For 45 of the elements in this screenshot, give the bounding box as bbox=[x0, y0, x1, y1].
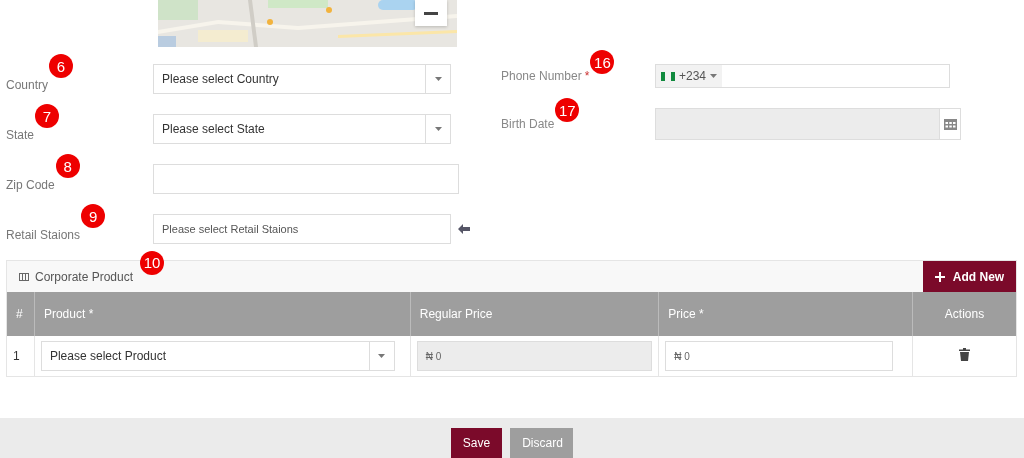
input-field[interactable]: ₦ 0 bbox=[665, 341, 894, 371]
number-badge: 8 bbox=[55, 154, 80, 178]
phone-field[interactable]: +234 bbox=[655, 64, 950, 88]
number-badge: 6 bbox=[49, 54, 74, 78]
select-field[interactable]: Please select Product bbox=[40, 341, 395, 371]
select-field[interactable]: Please select State bbox=[153, 114, 451, 144]
section-title: Corporate Product bbox=[35, 269, 134, 284]
trash-icon[interactable] bbox=[959, 348, 970, 361]
table-icon bbox=[19, 272, 29, 281]
flag-icon bbox=[661, 71, 675, 81]
caret-icon bbox=[434, 77, 442, 81]
input-field[interactable] bbox=[153, 164, 459, 194]
field-label: Zip Code bbox=[6, 178, 55, 192]
field-label: Retail Staions bbox=[6, 228, 81, 242]
column-header: # bbox=[7, 292, 35, 336]
column-header: Regular Price bbox=[410, 292, 659, 336]
calendar-icon[interactable] bbox=[943, 118, 957, 130]
number-badge: 10 bbox=[140, 250, 165, 275]
number-badge: 17 bbox=[555, 98, 580, 122]
minus-icon bbox=[424, 11, 438, 15]
field-label: State bbox=[6, 128, 35, 142]
caret-icon bbox=[710, 74, 718, 78]
date-field[interactable] bbox=[655, 108, 940, 140]
column-header: Price * bbox=[658, 292, 913, 336]
select-field[interactable]: Please select Retail Staions bbox=[153, 214, 451, 244]
save-button[interactable]: Save bbox=[450, 428, 503, 458]
field-label: Birth Date bbox=[501, 117, 555, 131]
number-badge: 7 bbox=[35, 104, 60, 128]
country-code-dropdown[interactable]: +234 bbox=[656, 65, 723, 87]
number-badge: 16 bbox=[590, 50, 615, 74]
field-label: Country bbox=[6, 78, 49, 92]
zoom-out-button[interactable] bbox=[415, 0, 447, 26]
table-cell: 1 bbox=[7, 336, 35, 376]
select-field[interactable]: Please select Country bbox=[153, 64, 451, 94]
number-badge: 9 bbox=[81, 204, 106, 228]
plus-icon bbox=[934, 271, 945, 282]
arrow-left-icon[interactable] bbox=[458, 224, 470, 234]
add-new-button[interactable]: Add New bbox=[923, 261, 1016, 292]
required-mark: * bbox=[584, 69, 590, 83]
input-field: ₦ 0 bbox=[416, 341, 653, 371]
column-header: Actions bbox=[912, 292, 1016, 336]
column-header: Product * bbox=[34, 292, 411, 336]
field-label: Phone Number bbox=[501, 69, 582, 83]
caret-icon bbox=[434, 127, 442, 131]
caret-icon bbox=[378, 354, 386, 358]
